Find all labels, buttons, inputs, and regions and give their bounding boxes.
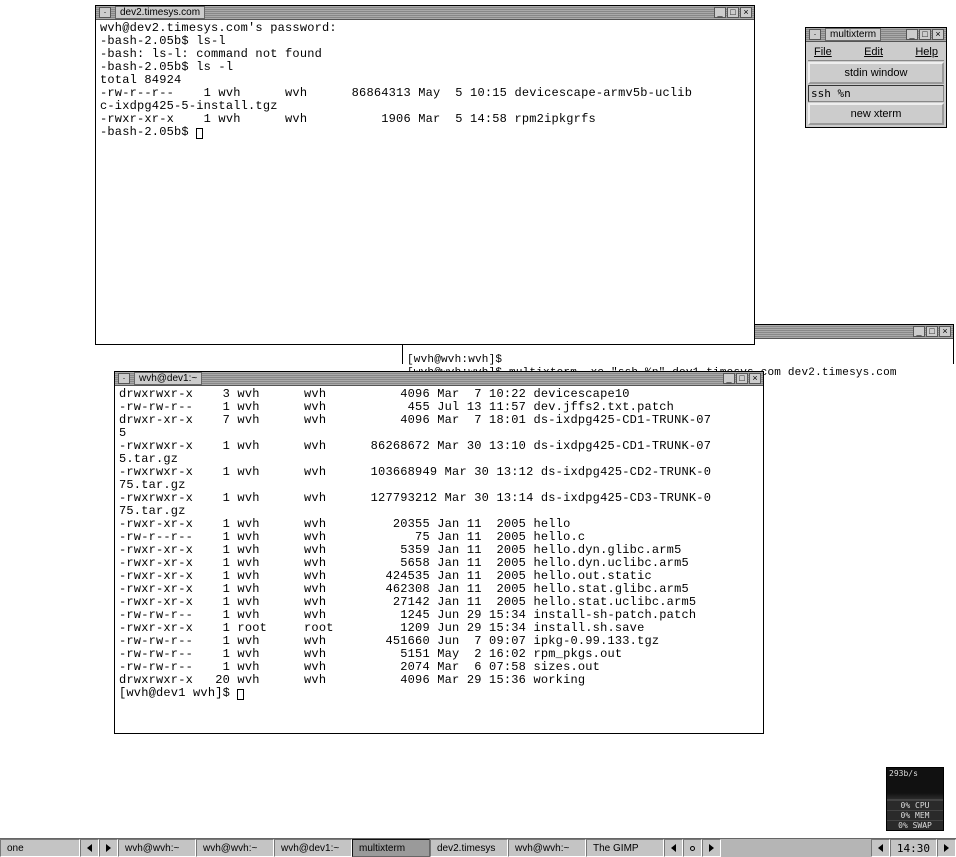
dev1-titlebar[interactable]: · wvh@dev1:~ _ □ × xyxy=(115,372,763,386)
cpu-label: 0% CPU xyxy=(887,800,943,810)
workspace-switcher[interactable]: one xyxy=(0,839,80,857)
window-menu-button[interactable]: · xyxy=(809,29,821,40)
workspace-prev[interactable] xyxy=(80,839,99,857)
multixterm-body: File Edit Help stdin window new xterm xyxy=(806,42,946,127)
pager-next[interactable] xyxy=(702,839,721,857)
pager-dot[interactable] xyxy=(683,839,702,857)
workspace-name: one xyxy=(7,843,24,854)
taskbar-app-button[interactable]: wvh@wvh:~ xyxy=(118,839,196,857)
triangle-right-icon xyxy=(944,844,949,852)
clock[interactable]: 14:30 xyxy=(890,839,937,857)
triangle-left-icon xyxy=(671,844,676,852)
window-menu-button[interactable]: · xyxy=(118,373,130,384)
taskbar-app-button[interactable]: wvh@wvh:~ xyxy=(508,839,586,857)
menu-edit[interactable]: Edit xyxy=(864,46,883,58)
close-button[interactable]: × xyxy=(749,373,761,384)
maximize-button[interactable]: □ xyxy=(727,7,739,18)
multixterm-menubar: File Edit Help xyxy=(808,44,944,61)
text-cursor xyxy=(196,128,203,139)
dev1-terminal-body[interactable]: drwxrwxr-x 3 wvh wvh 4096 Mar 7 10:22 de… xyxy=(115,386,763,733)
task-app-list: wvh@wvh:~wvh@wvh:~wvh@dev1:~multixtermde… xyxy=(118,839,664,857)
swap-label: 0% SWAP xyxy=(887,820,943,830)
minimize-button[interactable]: _ xyxy=(913,326,925,337)
resize-grip[interactable] xyxy=(939,120,949,130)
dev1-title: wvh@dev1:~ xyxy=(134,372,202,385)
menu-help[interactable]: Help xyxy=(915,46,938,58)
net-rate: 293b/s xyxy=(889,769,918,778)
close-button[interactable]: × xyxy=(939,326,951,337)
dev2-title: dev2.timesys.com xyxy=(115,6,205,19)
minimize-button[interactable]: _ xyxy=(723,373,735,384)
taskbar-app-button[interactable]: dev2.timesys xyxy=(430,839,508,857)
bg-term-line: [wvh@wvh:wvh]$ xyxy=(407,354,502,366)
dev2-terminal-body[interactable]: wvh@dev2.timesys.com's password: -bash-2… xyxy=(96,20,754,344)
dev2-titlebar[interactable]: · dev2.timesys.com _ □ × xyxy=(96,6,754,20)
terminal-window-dev1: · wvh@dev1:~ _ □ × drwxrwxr-x 3 wvh wvh … xyxy=(114,371,764,734)
maximize-button[interactable]: □ xyxy=(736,373,748,384)
new-xterm-button[interactable]: new xterm xyxy=(808,103,944,125)
terminal-window-dev2: · dev2.timesys.com _ □ × wvh@dev2.timesy… xyxy=(95,5,755,345)
multixterm-titlebar[interactable]: · multixterm _ □ × xyxy=(806,28,946,42)
close-button[interactable]: × xyxy=(740,7,752,18)
stdin-window-button[interactable]: stdin window xyxy=(808,62,944,84)
tray-prev[interactable] xyxy=(871,839,890,857)
text-cursor xyxy=(237,689,244,700)
window-menu-button[interactable]: · xyxy=(99,7,111,18)
taskbar-app-button[interactable]: multixterm xyxy=(352,839,430,857)
close-button[interactable]: × xyxy=(932,29,944,40)
triangle-right-icon xyxy=(106,844,111,852)
maximize-button[interactable]: □ xyxy=(919,29,931,40)
minimize-button[interactable]: _ xyxy=(906,29,918,40)
taskbar: one wvh@wvh:~wvh@wvh:~wvh@dev1:~multixte… xyxy=(0,838,956,857)
taskbar-app-button[interactable]: wvh@wvh:~ xyxy=(196,839,274,857)
mem-label: 0% MEM xyxy=(887,810,943,820)
system-monitor-widget: 293b/s 0% CPU 0% MEM 0% SWAP xyxy=(886,767,944,831)
taskbar-app-button[interactable]: wvh@dev1:~ xyxy=(274,839,352,857)
tray-next[interactable] xyxy=(937,839,956,857)
multixterm-window: · multixterm _ □ × File Edit Help stdin … xyxy=(805,27,947,128)
maximize-button[interactable]: □ xyxy=(926,326,938,337)
bullet-icon xyxy=(690,846,695,851)
multixterm-title: multixterm xyxy=(825,28,881,41)
triangle-right-icon xyxy=(709,844,714,852)
command-entry[interactable] xyxy=(808,85,944,102)
taskbar-app-button[interactable]: The GIMP xyxy=(586,839,664,857)
triangle-left-icon xyxy=(878,844,883,852)
pager-prev[interactable] xyxy=(664,839,683,857)
workspace-next[interactable] xyxy=(99,839,118,857)
minimize-button[interactable]: _ xyxy=(714,7,726,18)
triangle-left-icon xyxy=(87,844,92,852)
netgraph: 293b/s xyxy=(887,768,943,800)
menu-file[interactable]: File xyxy=(814,46,832,58)
